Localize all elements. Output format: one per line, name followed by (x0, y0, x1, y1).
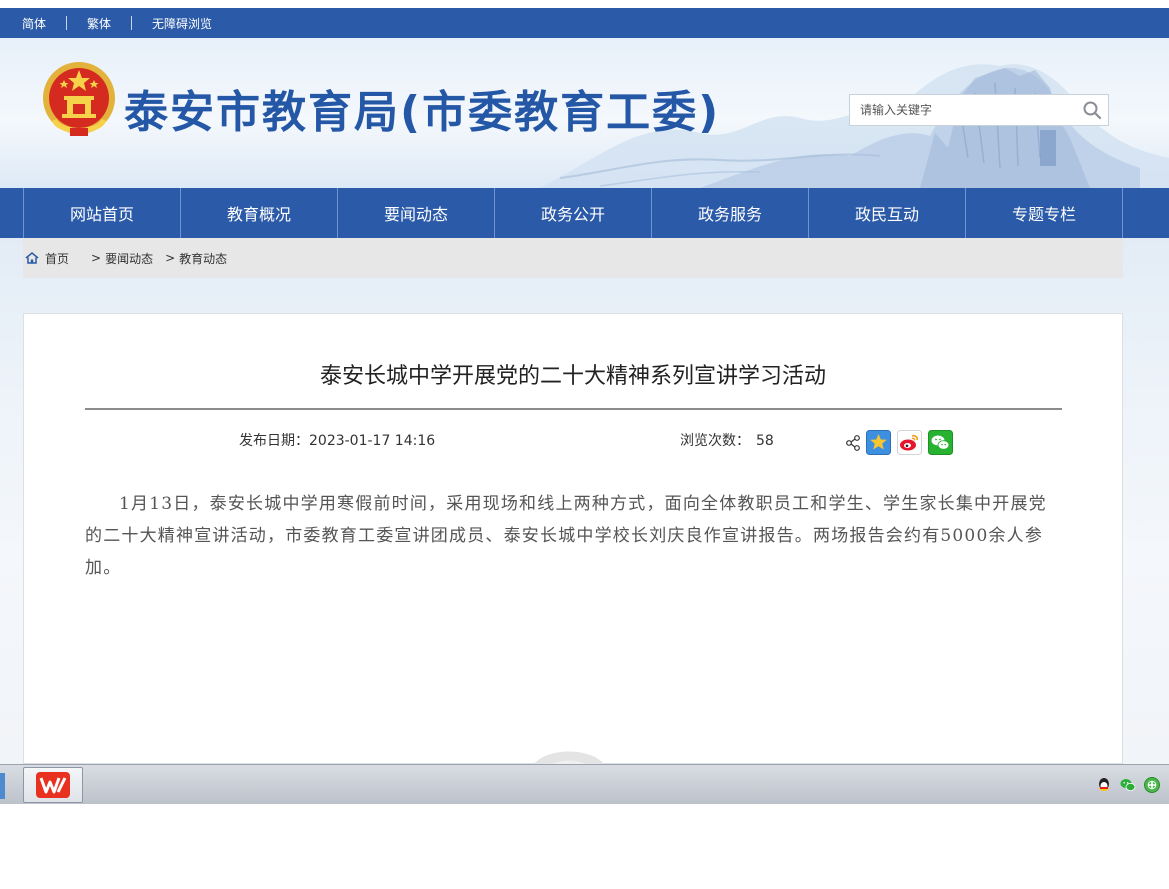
system-tray (1095, 776, 1161, 794)
search-input[interactable] (850, 96, 1076, 124)
breadcrumb-home[interactable]: 首页 (45, 250, 69, 267)
home-icon (25, 252, 39, 264)
search-box (849, 94, 1109, 126)
nav-item-news[interactable]: 要闻动态 (338, 188, 495, 238)
national-emblem-icon (43, 62, 115, 136)
nav-item-public-affairs[interactable]: 政务公开 (495, 188, 652, 238)
nav-item-home[interactable]: 网站首页 (24, 188, 181, 238)
qzone-icon[interactable] (866, 430, 891, 455)
taskbar-edge (0, 773, 5, 799)
main-nav: 网站首页 教育概况 要闻动态 政务公开 政务服务 政民互动 专题专栏 (0, 188, 1169, 238)
site-title: 泰安市教育局(市委教育工委) (124, 87, 721, 138)
view-count-label: 浏览次数： (680, 433, 750, 449)
search-button[interactable] (1076, 95, 1108, 125)
taskbar (0, 764, 1169, 804)
breadcrumb-separator: > (165, 251, 176, 265)
view-count-value: 58 (756, 433, 774, 449)
wps-taskbar-button[interactable] (23, 767, 83, 803)
network-icon[interactable] (1143, 776, 1161, 794)
title-divider (85, 408, 1062, 410)
share-icon (846, 434, 860, 451)
breadcrumb: 首页 > 要闻动态 > 教育动态 (23, 238, 1123, 278)
breadcrumb-news[interactable]: 要闻动态 (105, 250, 153, 267)
wechat-icon[interactable] (928, 430, 953, 455)
view-count: 浏览次数： 58 (680, 430, 774, 450)
top-strip (0, 0, 1169, 8)
header-banner: 泰安市教育局(市委教育工委) (0, 38, 1169, 188)
wechat-tray-icon[interactable] (1119, 776, 1137, 794)
traditional-chinese-link[interactable]: 繁体 (87, 15, 111, 32)
article-panel: 泰安长城中学开展党的二十大精神系列宣讲学习活动 发布日期：2023-01-17 … (23, 313, 1123, 774)
accessibility-link[interactable]: 无障碍浏览 (152, 15, 212, 32)
breadcrumb-education-news[interactable]: 教育动态 (179, 250, 227, 267)
divider (131, 16, 133, 30)
simplified-chinese-link[interactable]: 简体 (22, 15, 46, 32)
qq-icon[interactable] (1095, 776, 1113, 794)
nav-item-overview[interactable]: 教育概况 (181, 188, 338, 238)
divider (66, 16, 68, 30)
publish-date-label: 发布日期： (239, 433, 309, 449)
publish-date: 发布日期：2023-01-17 14:16 (239, 430, 435, 450)
article-title: 泰安长城中学开展党的二十大精神系列宣讲学习活动 (319, 364, 826, 389)
share-bar (846, 430, 953, 455)
breadcrumb-separator: > (91, 251, 102, 265)
nav-item-interaction[interactable]: 政民互动 (809, 188, 966, 238)
top-bar: 简体 繁体 无障碍浏览 (0, 8, 1169, 38)
nav-item-special-topics[interactable]: 专题专栏 (966, 188, 1123, 238)
wps-icon (36, 772, 70, 798)
blank-area (0, 804, 1169, 889)
weibo-icon[interactable] (897, 430, 922, 455)
search-icon (1083, 101, 1102, 120)
publish-date-value: 2023-01-17 14:16 (309, 433, 436, 449)
article-body: 1月13日，泰安长城中学用寒假前时间，采用现场和线上两种方式，面向全体教职员工和… (85, 494, 1047, 578)
nav-item-services[interactable]: 政务服务 (652, 188, 809, 238)
